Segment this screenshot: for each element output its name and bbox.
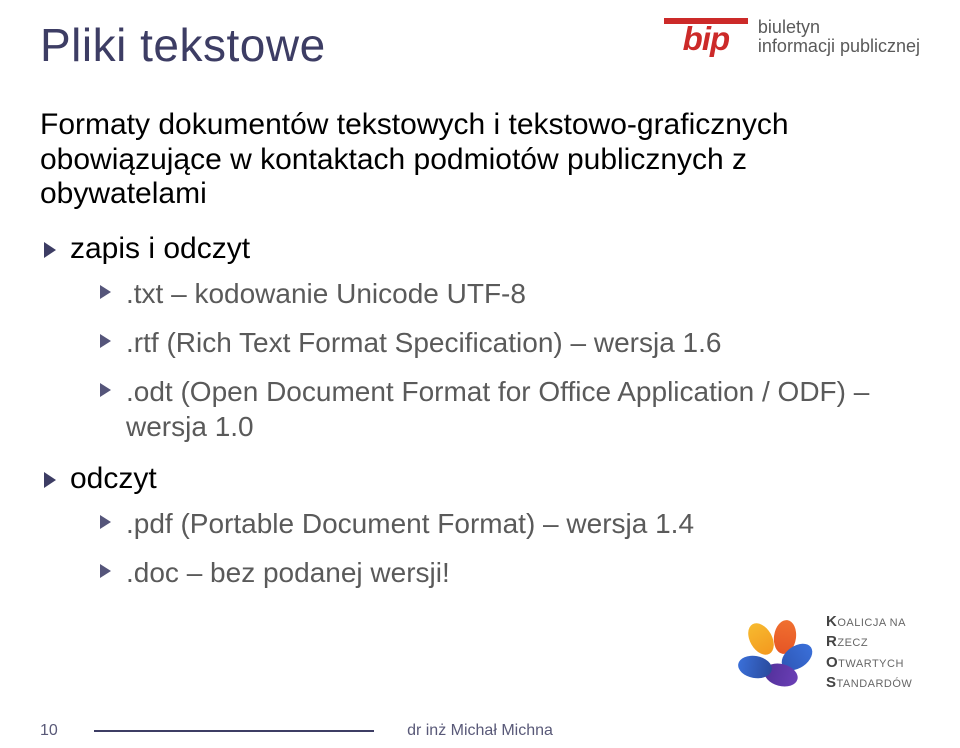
- koalicja-text: KOALICJA NA RZECZ OTWARTYCH STANDARDÓW: [820, 612, 930, 693]
- koalicja-logo: KOALICJA NA RZECZ OTWARTYCH STANDARDÓW: [740, 605, 930, 700]
- dropcap: K: [826, 613, 837, 630]
- koalicja-word: TANDARDÓW: [837, 678, 913, 690]
- bip-subtitle: biuletyn informacji publicznej: [758, 18, 920, 56]
- bip-logo: bip biuletyn informacji publicznej: [664, 18, 920, 56]
- list-item-label: odczyt: [70, 462, 157, 495]
- koalicja-graphic: [740, 618, 820, 688]
- slide-body: Formaty dokumentów tekstowych i tekstowo…: [40, 108, 920, 590]
- bullet-list: zapis i odczyt .txt – kodowanie Unicode …: [40, 232, 920, 590]
- slide-footer: 10 dr inż Michał Michna: [0, 722, 960, 740]
- header-row: Pliki tekstowe bip biuletyn informacji p…: [40, 18, 920, 72]
- dropcap: R: [826, 633, 837, 650]
- list-item: .pdf (Portable Document Format) – wersja…: [70, 506, 920, 541]
- bip-mark: bip: [664, 18, 748, 55]
- dropcap: O: [826, 654, 838, 671]
- koalicja-word: TWARTYCH: [838, 658, 904, 670]
- sub-list: .pdf (Portable Document Format) – wersja…: [70, 506, 920, 590]
- dropcap: S: [826, 674, 837, 691]
- koalicja-word: OALICJA NA: [837, 617, 906, 629]
- list-item: .doc – bez podanej wersji!: [70, 555, 920, 590]
- footer-author: dr inż Michał Michna: [0, 722, 960, 740]
- koalicja-word: ZECZ: [837, 637, 868, 649]
- list-item: zapis i odczyt .txt – kodowanie Unicode …: [40, 232, 920, 444]
- list-item: .odt (Open Document Format for Office Ap…: [70, 374, 920, 444]
- slide: Pliki tekstowe bip biuletyn informacji p…: [0, 0, 960, 748]
- list-item-label: zapis i odczyt: [70, 232, 250, 265]
- bip-sub-line1: biuletyn: [758, 17, 820, 37]
- sub-list: .txt – kodowanie Unicode UTF-8 .rtf (Ric…: [70, 276, 920, 444]
- list-item: .txt – kodowanie Unicode UTF-8: [70, 276, 920, 311]
- bip-text: bip: [683, 22, 729, 55]
- list-item: odczyt .pdf (Portable Document Format) –…: [40, 462, 920, 590]
- lead-text: Formaty dokumentów tekstowych i tekstowo…: [40, 108, 920, 212]
- list-item: .rtf (Rich Text Format Specification) – …: [70, 325, 920, 360]
- page-title: Pliki tekstowe: [40, 18, 326, 72]
- bip-sub-line2: informacji publicznej: [758, 36, 920, 56]
